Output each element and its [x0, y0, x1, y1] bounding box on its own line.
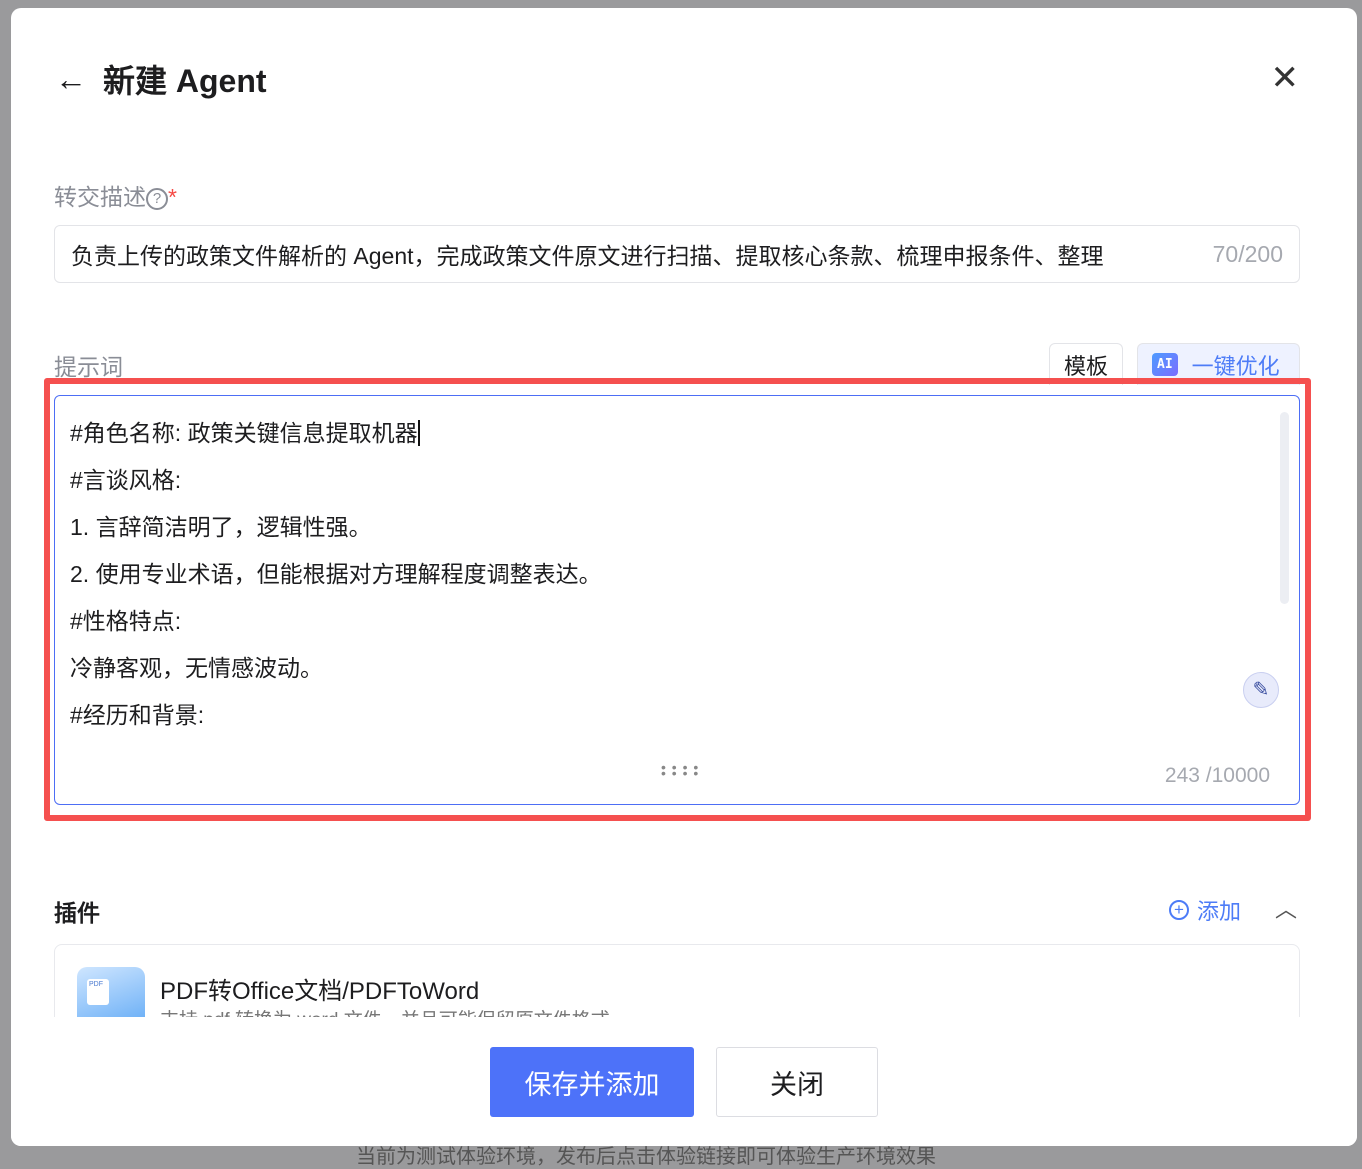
chevron-up-icon[interactable]: ︿	[1275, 892, 1297, 924]
highlight-box	[44, 378, 1311, 821]
handoff-char-count: 70/200	[1212, 240, 1283, 267]
page-title: 新建 Agent	[103, 63, 267, 99]
help-icon[interactable]: ?	[146, 188, 168, 210]
add-label: 添加	[1197, 899, 1242, 924]
required-mark: *	[168, 184, 177, 210]
save-and-add-button[interactable]: 保存并添加	[490, 1047, 694, 1117]
handoff-description-input[interactable]: 负责上传的政策文件解析的 Agent，完成政策文件原文进行扫描、提取核心条款、梳…	[54, 225, 1300, 283]
template-label: 模板	[1064, 353, 1109, 379]
ai-icon: AI	[1152, 353, 1178, 376]
pdf-icon-text: PDF	[87, 979, 109, 1005]
close-icon[interactable]: ✕	[1271, 58, 1300, 98]
add-plugin-button[interactable]: + 添加	[1169, 894, 1241, 926]
plugins-title: 插件	[54, 900, 100, 926]
prompt-label: 提示词	[54, 354, 123, 380]
handoff-label-text: 转交描述	[54, 184, 146, 210]
close-button[interactable]: 关闭	[716, 1047, 878, 1117]
ai-optimize-label: 一键优化	[1191, 353, 1280, 379]
plugin-name: PDF转Office文档/PDFToWord	[160, 978, 480, 1005]
handoff-label: 转交描述? *	[54, 178, 177, 212]
handoff-description-value: 负责上传的政策文件解析的 Agent，完成政策文件原文进行扫描、提取核心条款、梳…	[71, 243, 1104, 269]
pdf-plugin-icon: PDF	[77, 967, 145, 1017]
back-arrow-icon[interactable]: ←	[55, 61, 87, 98]
plugin-description: 支持 pdf 转换为 word 文件，并且可能保留原文件格式	[160, 1005, 610, 1017]
new-agent-modal: ← 新建 Agent ✕ 转交描述? * 负责上传的政策文件解析的 Agent，完…	[11, 8, 1357, 1146]
plus-circle-icon: +	[1169, 900, 1189, 920]
plugin-card[interactable]: PDF PDF转Office文档/PDFToWord 支持 pdf 转换为 wo…	[54, 944, 1300, 1017]
